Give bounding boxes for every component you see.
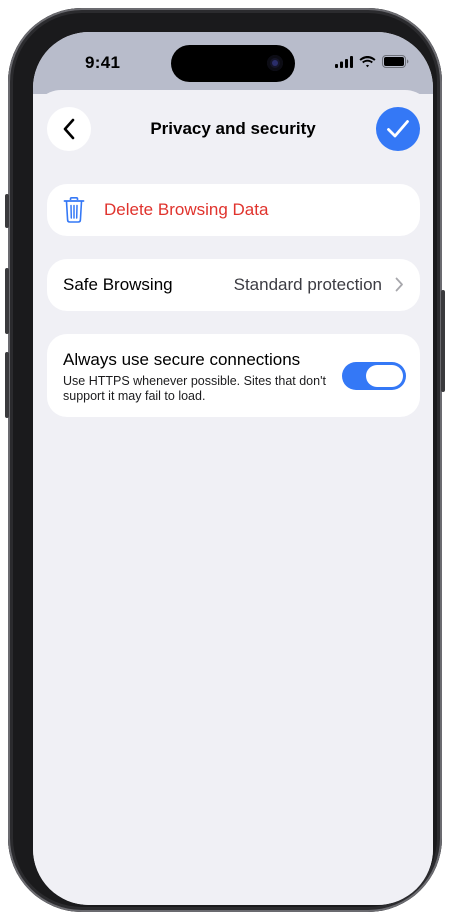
status-bar: 9:41 (33, 32, 433, 94)
secure-connections-toggle[interactable] (342, 362, 406, 390)
status-time: 9:41 (85, 53, 121, 72)
delete-browsing-data-row[interactable]: Delete Browsing Data (47, 184, 420, 236)
dynamic-island (171, 45, 295, 82)
phone-frame: 9:41 Privacy and security Delete Browsin… (5, 8, 445, 912)
back-button[interactable] (47, 107, 91, 151)
secure-connections-description: Use HTTPS whenever possible. Sites that … (63, 374, 326, 403)
chevron-left-icon (63, 118, 75, 140)
secure-connections-row: Always use secure connections Use HTTPS … (47, 334, 420, 417)
screen: 9:41 Privacy and security Delete Browsin… (33, 32, 433, 905)
safe-browsing-value: Standard protection (233, 275, 382, 294)
status-icons (335, 55, 409, 68)
page-title: Privacy and security (150, 119, 316, 138)
delete-browsing-data-label: Delete Browsing Data (104, 200, 269, 219)
cellular-signal-icon (335, 55, 353, 68)
chevron-right-icon (395, 277, 403, 292)
safe-browsing-label: Safe Browsing (63, 275, 173, 294)
front-camera-icon (267, 55, 283, 71)
volume-down-button (5, 352, 9, 418)
safe-browsing-row[interactable]: Safe Browsing Standard protection (47, 259, 420, 311)
volume-up-button (5, 268, 9, 334)
battery-icon (382, 55, 409, 68)
done-button[interactable] (376, 107, 420, 151)
settings-sheet: Privacy and security Delete Browsing Dat… (33, 90, 433, 905)
action-button (5, 194, 9, 228)
trash-icon (63, 197, 85, 223)
power-button (441, 290, 445, 392)
toggle-knob (366, 365, 403, 387)
secure-connections-title: Always use secure connections (63, 350, 301, 369)
wifi-icon (359, 55, 376, 67)
checkmark-icon (387, 120, 409, 138)
